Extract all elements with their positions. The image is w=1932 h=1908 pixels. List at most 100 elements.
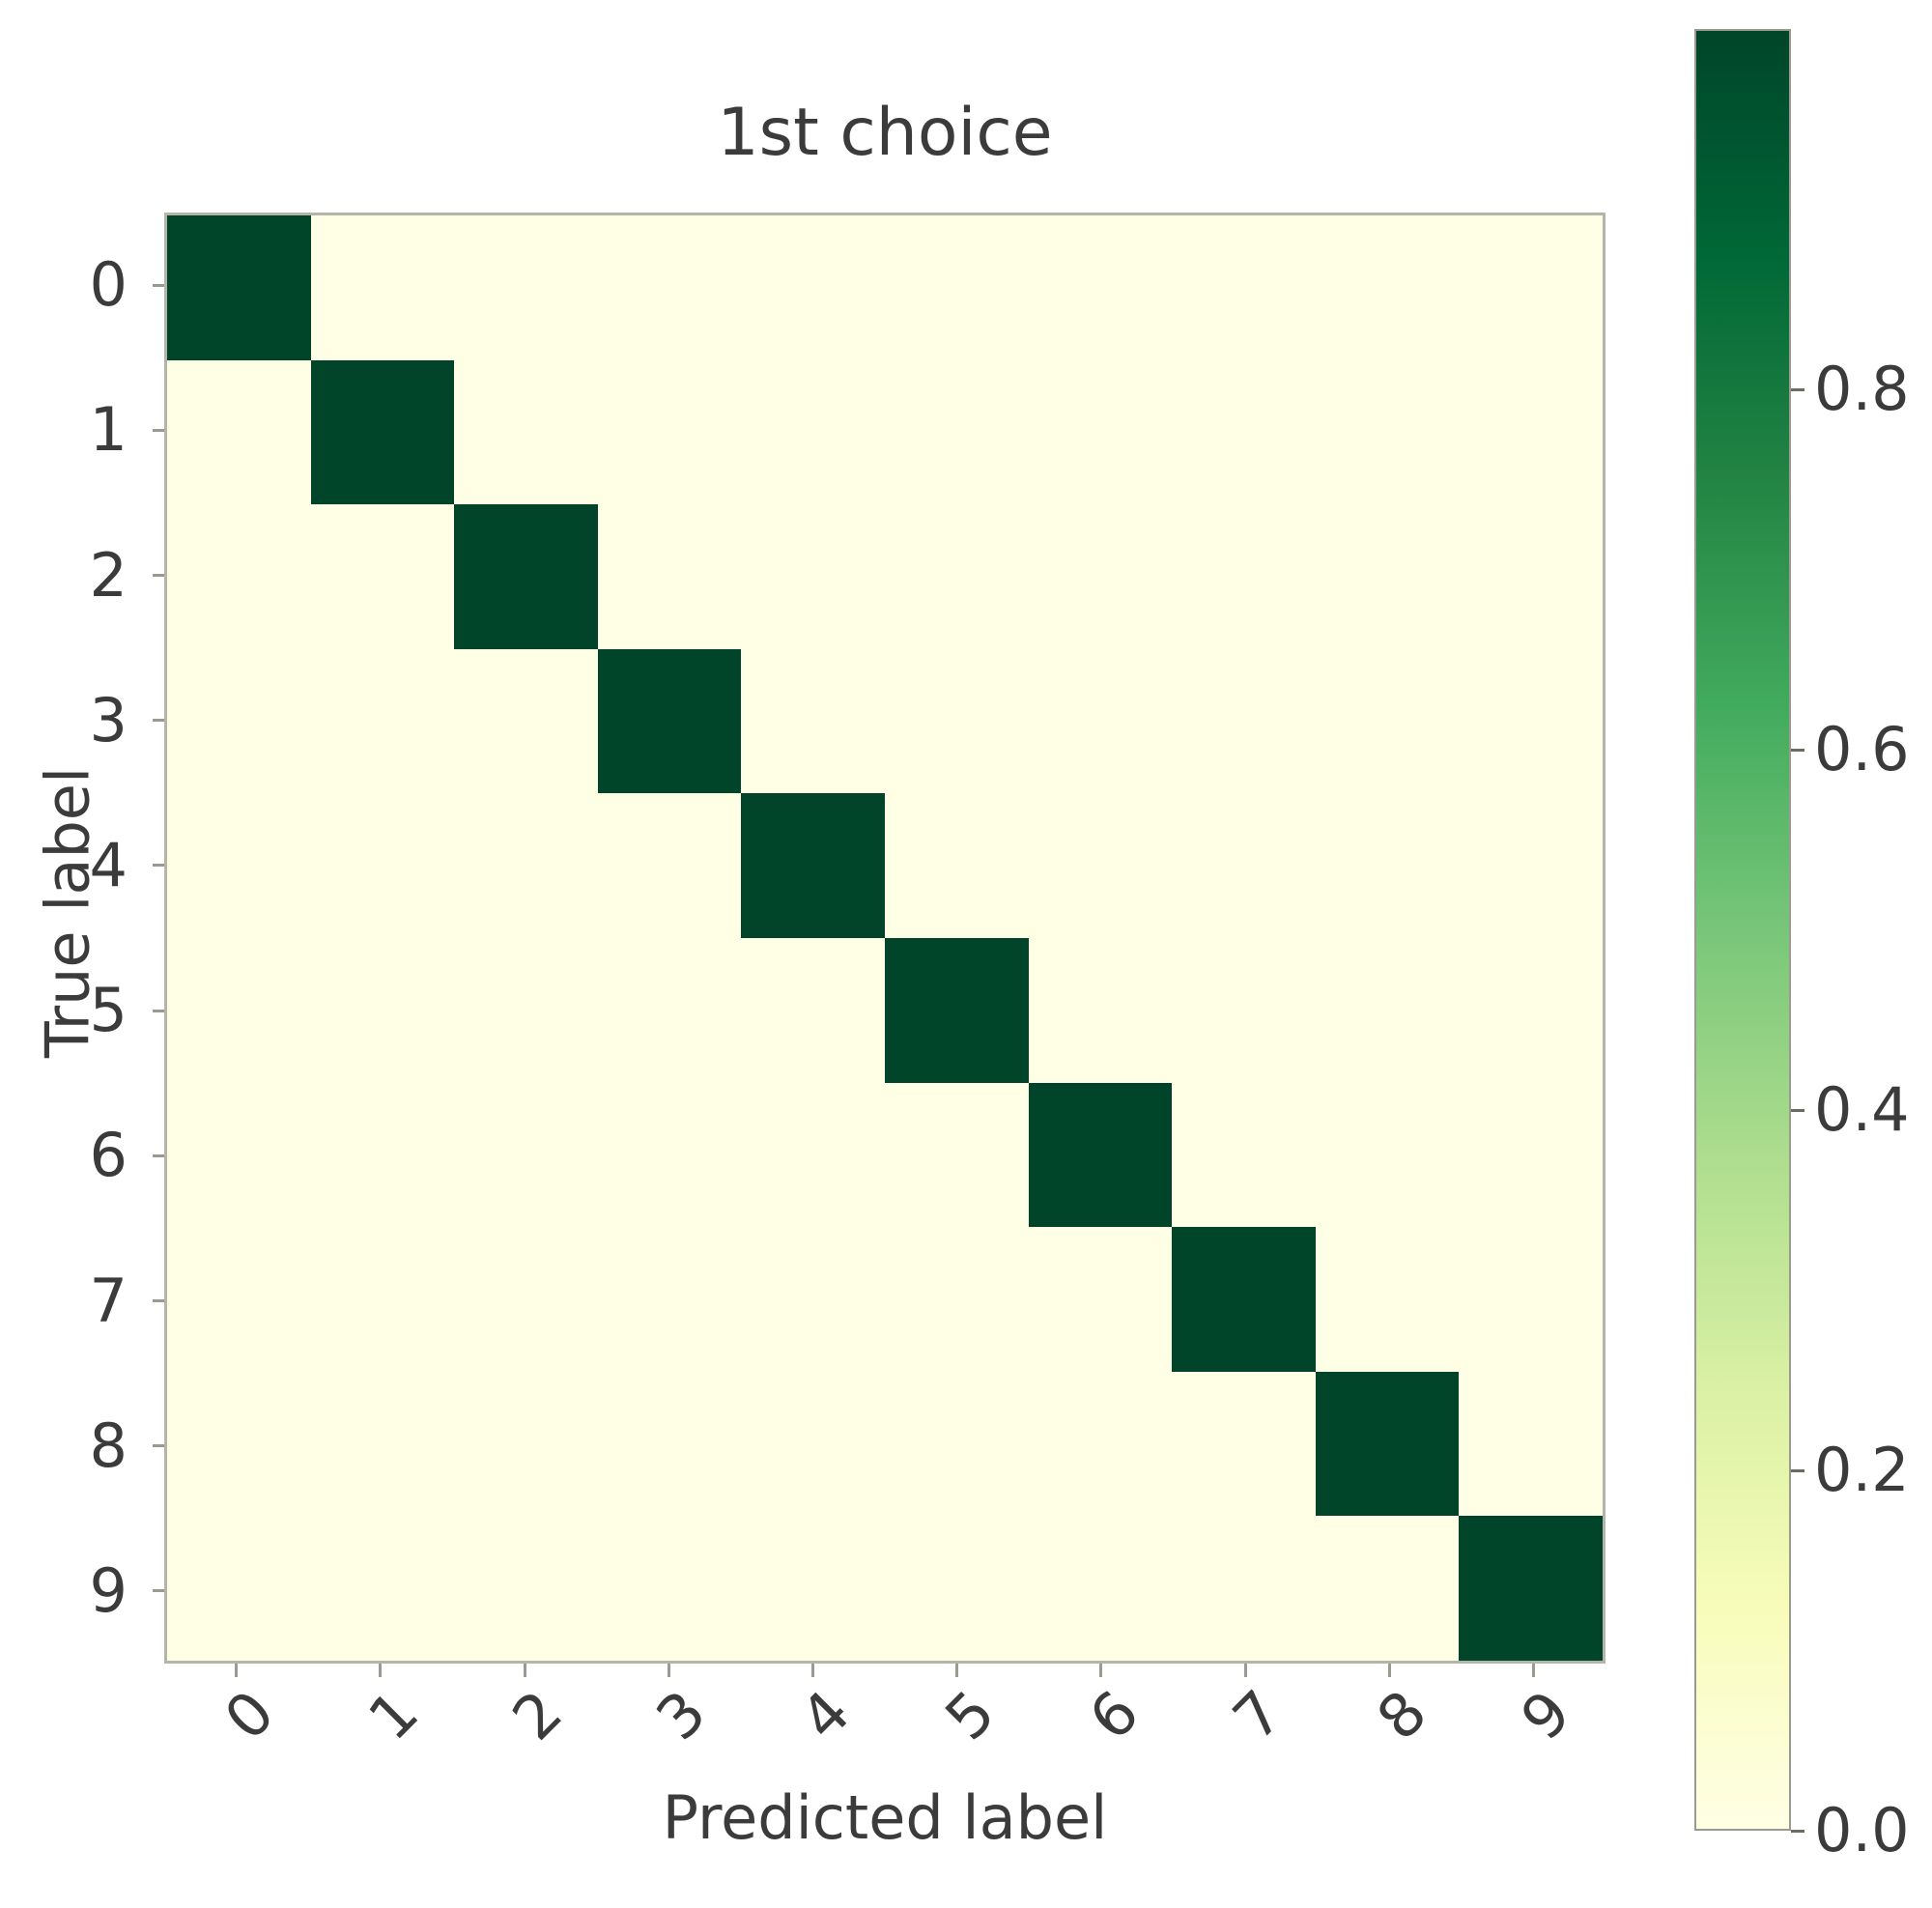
y-tick-mark-row bbox=[153, 1083, 164, 1228]
y-tick-label: 3 bbox=[89, 684, 128, 755]
y-tick-mark bbox=[153, 1009, 164, 1012]
heatmap-cell bbox=[1028, 504, 1173, 649]
heatmap-cell bbox=[1028, 1516, 1173, 1661]
x-tick-mark bbox=[523, 1664, 526, 1677]
heatmap-cell bbox=[454, 648, 598, 794]
x-tick-mark-col bbox=[885, 1664, 1029, 1677]
x-tick-mark bbox=[1243, 1664, 1247, 1677]
heatmap-cell bbox=[1315, 1371, 1460, 1517]
heatmap-cell bbox=[454, 1082, 598, 1228]
x-tick-mark-col bbox=[308, 1664, 452, 1677]
y-tick-mark bbox=[153, 428, 164, 432]
heatmap-cell bbox=[1028, 1371, 1173, 1517]
heatmap-cell bbox=[167, 793, 311, 938]
y-tick-mark bbox=[153, 1444, 164, 1448]
y-tick-label: 9 bbox=[89, 1554, 128, 1626]
colorbar-tick-labels: 0.0 0.2 0.4 0.6 0.8 bbox=[1791, 29, 1932, 1861]
colorbar-tick-mark bbox=[1791, 1829, 1804, 1833]
x-tick-col: 5 bbox=[885, 1677, 1029, 1793]
x-tick-col: 2 bbox=[452, 1677, 596, 1793]
heatmap-cell bbox=[310, 1082, 455, 1228]
heatmap-cell bbox=[1315, 938, 1460, 1083]
x-tick-mark-col bbox=[1173, 1664, 1317, 1677]
x-tick-mark bbox=[1531, 1664, 1535, 1677]
x-tick-mark bbox=[379, 1664, 383, 1677]
heatmap-cell bbox=[310, 793, 455, 938]
y-tick-mark bbox=[153, 574, 164, 577]
y-tick-mark-row bbox=[153, 1374, 164, 1519]
x-tick-mark-col bbox=[1318, 1664, 1462, 1677]
y-tick-mark-row bbox=[153, 793, 164, 938]
x-tick-label: 9 bbox=[1507, 1676, 1585, 1754]
heatmap-cell bbox=[310, 504, 455, 649]
heatmap-cell bbox=[1315, 215, 1460, 360]
heatmap-cell bbox=[1459, 1082, 1603, 1228]
heatmap-cell bbox=[1028, 938, 1173, 1083]
heatmap-cell bbox=[1459, 1516, 1603, 1661]
colorbar-tick-label: 0.8 bbox=[1814, 354, 1910, 424]
y-tick-label: 7 bbox=[89, 1265, 128, 1336]
x-tick-label: 0 bbox=[210, 1676, 288, 1754]
heatmap-cell bbox=[310, 938, 455, 1083]
heatmap-cell bbox=[1172, 359, 1316, 505]
x-tick-col: 4 bbox=[741, 1677, 885, 1793]
colorbar-tick-label: 0.0 bbox=[1814, 1795, 1910, 1865]
x-tick-mark-col bbox=[1462, 1664, 1605, 1677]
heatmap-cell bbox=[597, 1227, 742, 1372]
y-tick-row: 6 bbox=[0, 1083, 153, 1228]
heatmap-cell bbox=[741, 793, 885, 938]
heatmap-cell bbox=[310, 1371, 455, 1517]
heatmap-cell bbox=[1459, 215, 1603, 360]
heatmap-cell bbox=[1172, 793, 1316, 938]
heatmap-cell bbox=[1172, 1082, 1316, 1228]
x-tick-mark-col bbox=[597, 1664, 741, 1677]
y-tick-row: 2 bbox=[0, 502, 153, 647]
heatmap-cell bbox=[1459, 504, 1603, 649]
heatmap-cell bbox=[454, 1516, 598, 1661]
colorbar-tick: 0.2 bbox=[1791, 1440, 1910, 1500]
heatmap-cell bbox=[741, 938, 885, 1083]
heatmap-cell bbox=[1172, 1227, 1316, 1372]
colorbar-gradient bbox=[1696, 31, 1789, 1829]
y-tick-row: 7 bbox=[0, 1228, 153, 1373]
y-tick-mark-row bbox=[153, 1519, 164, 1664]
x-tick-label: 8 bbox=[1363, 1676, 1441, 1754]
colorbar-tick-mark bbox=[1791, 748, 1804, 752]
heatmap-cell bbox=[310, 648, 455, 794]
heatmap-cell bbox=[310, 1227, 455, 1372]
heatmap-plot-area bbox=[164, 213, 1605, 1664]
heatmap-cell bbox=[885, 1516, 1029, 1661]
y-tick-label: 0 bbox=[89, 249, 128, 321]
heatmap-cell bbox=[741, 359, 885, 505]
heatmap-cell bbox=[167, 215, 311, 360]
y-tick-mark bbox=[153, 864, 164, 868]
heatmap-cell bbox=[1028, 648, 1173, 794]
x-tick-mark bbox=[1099, 1664, 1103, 1677]
y-tick-label: 5 bbox=[89, 975, 128, 1046]
heatmap-cell bbox=[167, 1082, 311, 1228]
y-tick-label: 6 bbox=[89, 1120, 128, 1191]
heatmap-cell bbox=[597, 938, 742, 1083]
heatmap-cell bbox=[454, 504, 598, 649]
heatmap-cell bbox=[1459, 938, 1603, 1083]
x-tick-label: 6 bbox=[1075, 1676, 1152, 1754]
heatmap-cell bbox=[597, 793, 742, 938]
heatmap-cell bbox=[741, 215, 885, 360]
x-tick-mark bbox=[1387, 1664, 1391, 1677]
x-axis-tick-labels: 0123456789 bbox=[164, 1677, 1605, 1793]
heatmap-cell bbox=[1459, 1227, 1603, 1372]
colorbar-tick-mark bbox=[1791, 1108, 1804, 1112]
y-axis-tick-labels: 0 1 2 3 4 5 6 7 8 9 bbox=[0, 213, 153, 1664]
heatmap-cell bbox=[1459, 793, 1603, 938]
heatmap-cell bbox=[1315, 359, 1460, 505]
heatmap-cell bbox=[454, 215, 598, 360]
heatmap-cell bbox=[885, 1227, 1029, 1372]
heatmap-cell bbox=[167, 938, 311, 1083]
heatmap-cell bbox=[1028, 793, 1173, 938]
heatmap-cell bbox=[167, 648, 311, 794]
x-tick-label: 1 bbox=[355, 1676, 432, 1754]
heatmap-cell bbox=[885, 215, 1029, 360]
heatmap-cell bbox=[1459, 1371, 1603, 1517]
y-tick-row: 9 bbox=[0, 1519, 153, 1664]
heatmap-cell bbox=[741, 1371, 885, 1517]
